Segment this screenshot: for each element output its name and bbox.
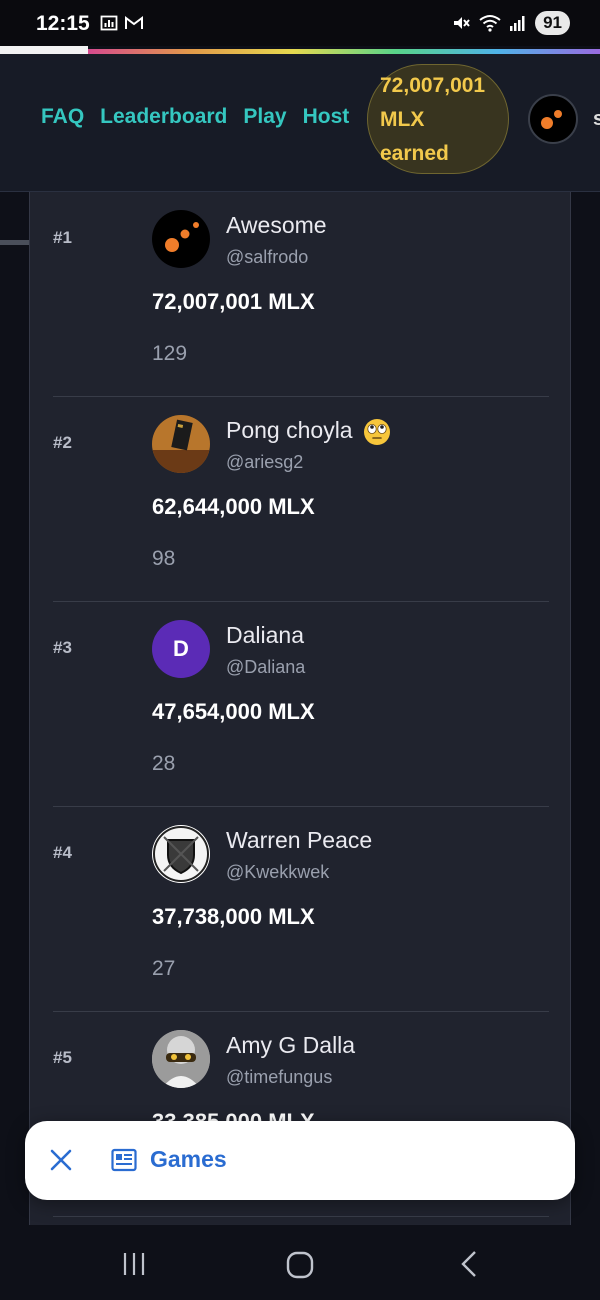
photo-avatar-icon — [152, 1030, 210, 1088]
nav-link-leaderboard[interactable]: Leaderboard — [100, 105, 227, 129]
earned-balance-badge[interactable]: 72,007,001 MLX earned — [367, 64, 509, 174]
gallery-icon — [100, 15, 118, 31]
leaderboard-row[interactable]: #3 D Daliana @Daliana 47,654,000 MLX 28 — [53, 602, 549, 807]
earned-amount: 72,007,001 — [380, 74, 486, 97]
status-notification-icons — [100, 14, 144, 32]
main-nav: FAQ Leaderboard Play Host — [41, 105, 349, 129]
profile-avatar[interactable] — [528, 94, 578, 144]
mute-icon — [454, 17, 470, 29]
avatar[interactable] — [152, 825, 210, 883]
signal-icon — [510, 16, 525, 31]
rank-label: #3 — [53, 638, 72, 657]
shield-avatar-icon — [153, 826, 209, 882]
player-handle: @Kwekkwek — [226, 862, 330, 882]
article-icon — [111, 1148, 137, 1172]
battery-indicator: 91 — [535, 11, 570, 35]
player-name[interactable]: Daliana — [226, 622, 304, 649]
mlx-amount: 37,738,000 MLX — [152, 904, 315, 929]
player-name[interactable]: Awesome — [226, 212, 327, 239]
player-name[interactable]: Amy G Dalla — [226, 1032, 355, 1059]
status-system-icons: 91 — [451, 11, 570, 35]
close-icon[interactable] — [47, 1146, 75, 1174]
system-navigation-bar — [0, 1226, 600, 1300]
leaderboard-row[interactable]: #1 Awesome @salfrodo 72,007,001 MLX 129 — [53, 192, 549, 397]
rank-label: #1 — [53, 228, 72, 247]
leaderboard-row[interactable]: #2 Pong choyla @ariesg2 62,644,000 MLX 9… — [53, 397, 549, 602]
recent-apps-icon[interactable] — [120, 1250, 148, 1278]
gmail-icon — [125, 16, 143, 29]
orbit-logo-icon — [541, 110, 562, 129]
rolling-eyes-emoji-icon — [363, 418, 390, 445]
rank-label: #5 — [53, 1048, 72, 1067]
games-count: 27 — [152, 957, 176, 980]
wifi-icon — [479, 15, 501, 32]
games-link[interactable]: Games — [150, 1146, 227, 1173]
leaderboard-list: #1 Awesome @salfrodo 72,007,001 MLX 129 … — [29, 192, 571, 1225]
status-bar: 12:15 91 — [0, 0, 600, 46]
rank-label: #4 — [53, 843, 72, 862]
player-name[interactable]: Warren Peace — [226, 827, 372, 854]
nav-link-play[interactable]: Play — [243, 105, 286, 129]
earned-label: earned — [380, 142, 449, 165]
player-handle: @timefungus — [226, 1067, 333, 1087]
games-count: 129 — [152, 342, 188, 365]
player-name[interactable]: Pong choyla — [226, 417, 391, 446]
rank-label: #2 — [53, 433, 72, 452]
status-time: 12:15 — [36, 12, 90, 35]
games-count: 98 — [152, 547, 176, 570]
games-bottom-sheet: Games — [25, 1121, 575, 1200]
photo-avatar-icon — [152, 415, 210, 473]
back-icon[interactable] — [458, 1250, 480, 1278]
player-name-text: Pong choyla — [226, 417, 353, 443]
profile-name-truncated[interactable]: s — [593, 108, 600, 131]
player-handle: @salfrodo — [226, 247, 309, 267]
avatar[interactable] — [152, 1030, 210, 1088]
nav-link-faq[interactable]: FAQ — [41, 105, 84, 129]
mlx-amount: 72,007,001 MLX — [152, 289, 315, 314]
games-count: 28 — [152, 752, 176, 775]
mlx-amount: 62,644,000 MLX — [152, 494, 315, 519]
nav-link-host[interactable]: Host — [303, 105, 350, 129]
orbit-logo-icon — [165, 222, 199, 252]
avatar[interactable] — [152, 210, 210, 268]
avatar[interactable] — [152, 415, 210, 473]
app-header: FAQ Leaderboard Play Host 72,007,001 MLX… — [0, 54, 600, 245]
avatar[interactable]: D — [152, 620, 210, 678]
earned-currency: MLX — [380, 108, 425, 131]
leaderboard-row[interactable]: #4 Warren Peace @Kwekkwek 37,738,000 MLX… — [53, 807, 549, 1012]
player-handle: @ariesg2 — [226, 452, 304, 472]
mlx-amount: 47,654,000 MLX — [152, 699, 315, 724]
home-icon[interactable] — [285, 1250, 315, 1280]
player-handle: @Daliana — [226, 657, 306, 677]
